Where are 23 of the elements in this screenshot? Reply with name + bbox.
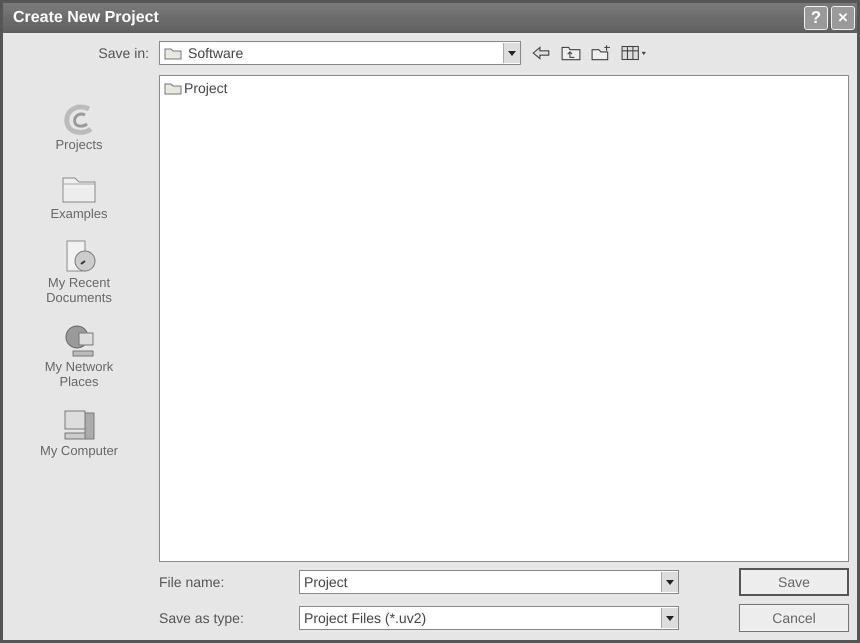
help-button[interactable]: ? [804, 6, 828, 30]
back-arrow-icon[interactable] [531, 45, 551, 61]
new-folder-icon[interactable] [591, 45, 611, 61]
save-in-dropdown[interactable]: Software [159, 41, 521, 65]
save-as-type-dropdown[interactable]: Project Files (*.uv2) [299, 606, 679, 630]
view-menu-icon[interactable] [621, 45, 647, 61]
file-name-label: File name: [159, 574, 226, 590]
places-item[interactable]: My Computer [22, 405, 136, 460]
folder-icon [164, 81, 182, 95]
up-folder-icon[interactable] [561, 45, 581, 61]
save-in-label: Save in: [97, 45, 149, 61]
close-button[interactable]: × [831, 6, 855, 30]
file-name-field[interactable]: Project [299, 570, 679, 594]
places-item[interactable]: My Recent Documents [22, 237, 136, 307]
window-title: Create New Project [13, 9, 160, 27]
save-button[interactable]: Save [739, 568, 849, 596]
folder-icon [164, 46, 182, 60]
places-item[interactable]: Examples [22, 168, 136, 223]
save-as-type-label: Save as type: [159, 610, 245, 626]
places-item[interactable]: My Network Places [22, 321, 136, 391]
places-item[interactable]: Projects [22, 99, 136, 154]
cancel-button[interactable]: Cancel [739, 604, 849, 632]
file-item[interactable]: Project [163, 79, 229, 97]
